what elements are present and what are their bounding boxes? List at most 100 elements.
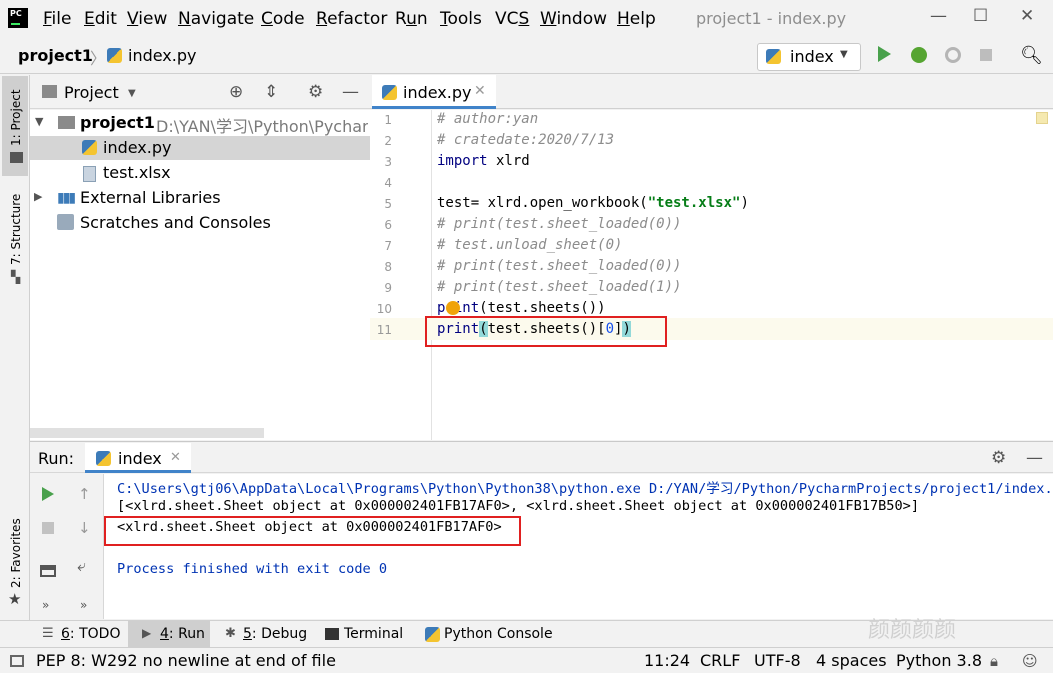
code-line: # print(test.sheet_loaded(1)): [437, 279, 682, 295]
close-window-button[interactable]: ✕: [1020, 6, 1034, 26]
python-console-icon: [425, 627, 440, 642]
line-number: 10: [376, 302, 392, 316]
chevron-right-icon[interactable]: ▶: [34, 190, 42, 203]
tree-file-test[interactable]: test.xlsx: [103, 163, 171, 182]
tree-row-selected[interactable]: [30, 136, 370, 160]
locate-icon[interactable]: ⊕: [229, 82, 243, 102]
more-icon[interactable]: »: [80, 598, 87, 612]
tool-tab-todo[interactable]: 6: TODO: [61, 626, 120, 642]
code-text: (test.sheets()): [479, 300, 606, 316]
inspector-icon[interactable]: ☺: [1022, 652, 1038, 670]
tree-scratches[interactable]: Scratches and Consoles: [80, 213, 271, 232]
menu-help[interactable]: Help: [617, 9, 656, 29]
tool-windows-icon[interactable]: [10, 655, 24, 667]
run-icon[interactable]: [878, 46, 891, 62]
menu-tools[interactable]: Tools: [440, 9, 482, 29]
line-number: 11: [376, 323, 392, 337]
horizontal-scrollbar[interactable]: [30, 428, 264, 438]
code-line: # cratedate:2020/7/13: [437, 132, 615, 148]
status-message[interactable]: PEP 8: W292 no newline at end of file: [36, 651, 336, 670]
menu-run[interactable]: Run: [395, 9, 428, 29]
folder-icon: [10, 152, 23, 163]
python-file-icon: [107, 48, 122, 63]
chevron-down-icon[interactable]: ▼: [35, 115, 43, 128]
code-keyword: import: [437, 153, 488, 169]
menu-vcs[interactable]: VCS: [495, 9, 529, 29]
breadcrumb-file[interactable]: index.py: [128, 46, 196, 65]
tree-file-index[interactable]: index.py: [103, 138, 171, 157]
console-exit-line: Process finished with exit code 0: [117, 561, 388, 577]
layout-icon[interactable]: [40, 565, 56, 577]
soft-wrap-icon[interactable]: ⤶: [77, 556, 86, 576]
structure-icon: ▚: [11, 270, 21, 284]
folder-icon: [58, 116, 75, 129]
status-caret-position[interactable]: 11:24: [644, 651, 690, 670]
watermark: 颜颜颜颜: [868, 618, 957, 643]
status-indent[interactable]: 4 spaces: [816, 651, 887, 670]
chevron-down-icon[interactable]: ▼: [128, 88, 136, 99]
arrow-down-icon[interactable]: ↓: [78, 519, 91, 537]
code-text: xlrd: [487, 153, 530, 169]
menu-window[interactable]: Window: [540, 9, 607, 29]
gear-icon[interactable]: ⚙: [991, 448, 1006, 468]
menu-code[interactable]: Code: [261, 9, 305, 29]
library-icon: ▮▮▮: [57, 190, 76, 206]
tree-external-libraries[interactable]: External Libraries: [80, 188, 221, 207]
code-line: # author:yan: [437, 111, 539, 127]
code-line: # print(test.sheet_loaded(0)): [437, 216, 682, 232]
breadcrumb-separator: 〉: [90, 49, 107, 68]
hide-icon[interactable]: —: [342, 82, 359, 102]
run-tab-label: index: [118, 449, 162, 468]
gear-icon[interactable]: ⚙: [308, 82, 323, 102]
tool-tab-structure[interactable]: 7: Structure: [9, 194, 23, 265]
status-encoding[interactable]: UTF-8: [754, 651, 801, 670]
intention-bulb-icon[interactable]: [446, 301, 460, 315]
status-interpreter[interactable]: Python 3.8: [896, 651, 982, 670]
project-panel-title[interactable]: Project: [64, 83, 119, 102]
tool-tab-debug[interactable]: 5: Debug: [243, 626, 307, 642]
search-icon[interactable]: 🔍︎: [1020, 45, 1043, 66]
spreadsheet-file-icon: [83, 165, 96, 182]
rerun-icon[interactable]: [42, 487, 54, 501]
close-icon[interactable]: ✕: [474, 83, 486, 99]
chevron-down-icon: ▼: [840, 49, 848, 60]
error-stripe-marker[interactable]: [1036, 112, 1048, 124]
menu-file[interactable]: File: [43, 9, 71, 29]
code-line: import xlrd: [437, 153, 530, 169]
tool-tab-python-console[interactable]: Python Console: [444, 626, 553, 642]
coverage-icon[interactable]: [945, 47, 961, 63]
arrow-up-icon[interactable]: ↑: [78, 485, 91, 503]
maximize-button[interactable]: ☐: [973, 6, 988, 26]
console-command-line: C:\Users\gtj06\AppData\Local\Programs\Py…: [117, 481, 1051, 497]
menu-view[interactable]: View: [127, 9, 167, 29]
tool-tab-project-label: 1: Project: [9, 89, 23, 146]
line-number: 2: [384, 134, 392, 148]
code-text: test= xlrd.open_workbook(: [437, 195, 648, 211]
stop-icon[interactable]: [980, 49, 992, 61]
tool-tab-run[interactable]: 4: Run: [160, 626, 205, 642]
run-icon: ▶: [142, 626, 152, 640]
menu-navigate[interactable]: Navigate: [178, 9, 254, 29]
menu-refactor[interactable]: Refactor: [316, 9, 387, 29]
line-number: 7: [384, 239, 392, 253]
minimize-button[interactable]: —: [930, 6, 947, 26]
python-file-icon: [382, 85, 397, 100]
stop-icon[interactable]: [42, 522, 54, 534]
debug-icon[interactable]: [911, 47, 927, 63]
highlight-annotation-box: [104, 516, 521, 546]
hide-icon[interactable]: —: [1026, 448, 1043, 468]
collapse-all-icon[interactable]: ⇕: [264, 82, 278, 102]
breadcrumb-project[interactable]: project1: [18, 46, 93, 65]
lock-icon[interactable]: 🔒︎: [990, 652, 998, 670]
status-line-separator[interactable]: CRLF: [700, 651, 740, 670]
tool-tab-favorites[interactable]: 2: Favorites: [9, 518, 23, 588]
menu-edit[interactable]: Edit: [84, 9, 117, 29]
line-number: 6: [384, 218, 392, 232]
tree-root-name[interactable]: project1: [80, 113, 155, 132]
tool-tab-terminal[interactable]: Terminal: [344, 626, 403, 642]
python-file-icon: [82, 140, 97, 155]
close-icon[interactable]: ✕: [170, 450, 181, 465]
more-icon[interactable]: »: [42, 598, 49, 612]
code-line: print(test.sheets()): [437, 300, 606, 316]
line-number: 1: [384, 113, 392, 127]
